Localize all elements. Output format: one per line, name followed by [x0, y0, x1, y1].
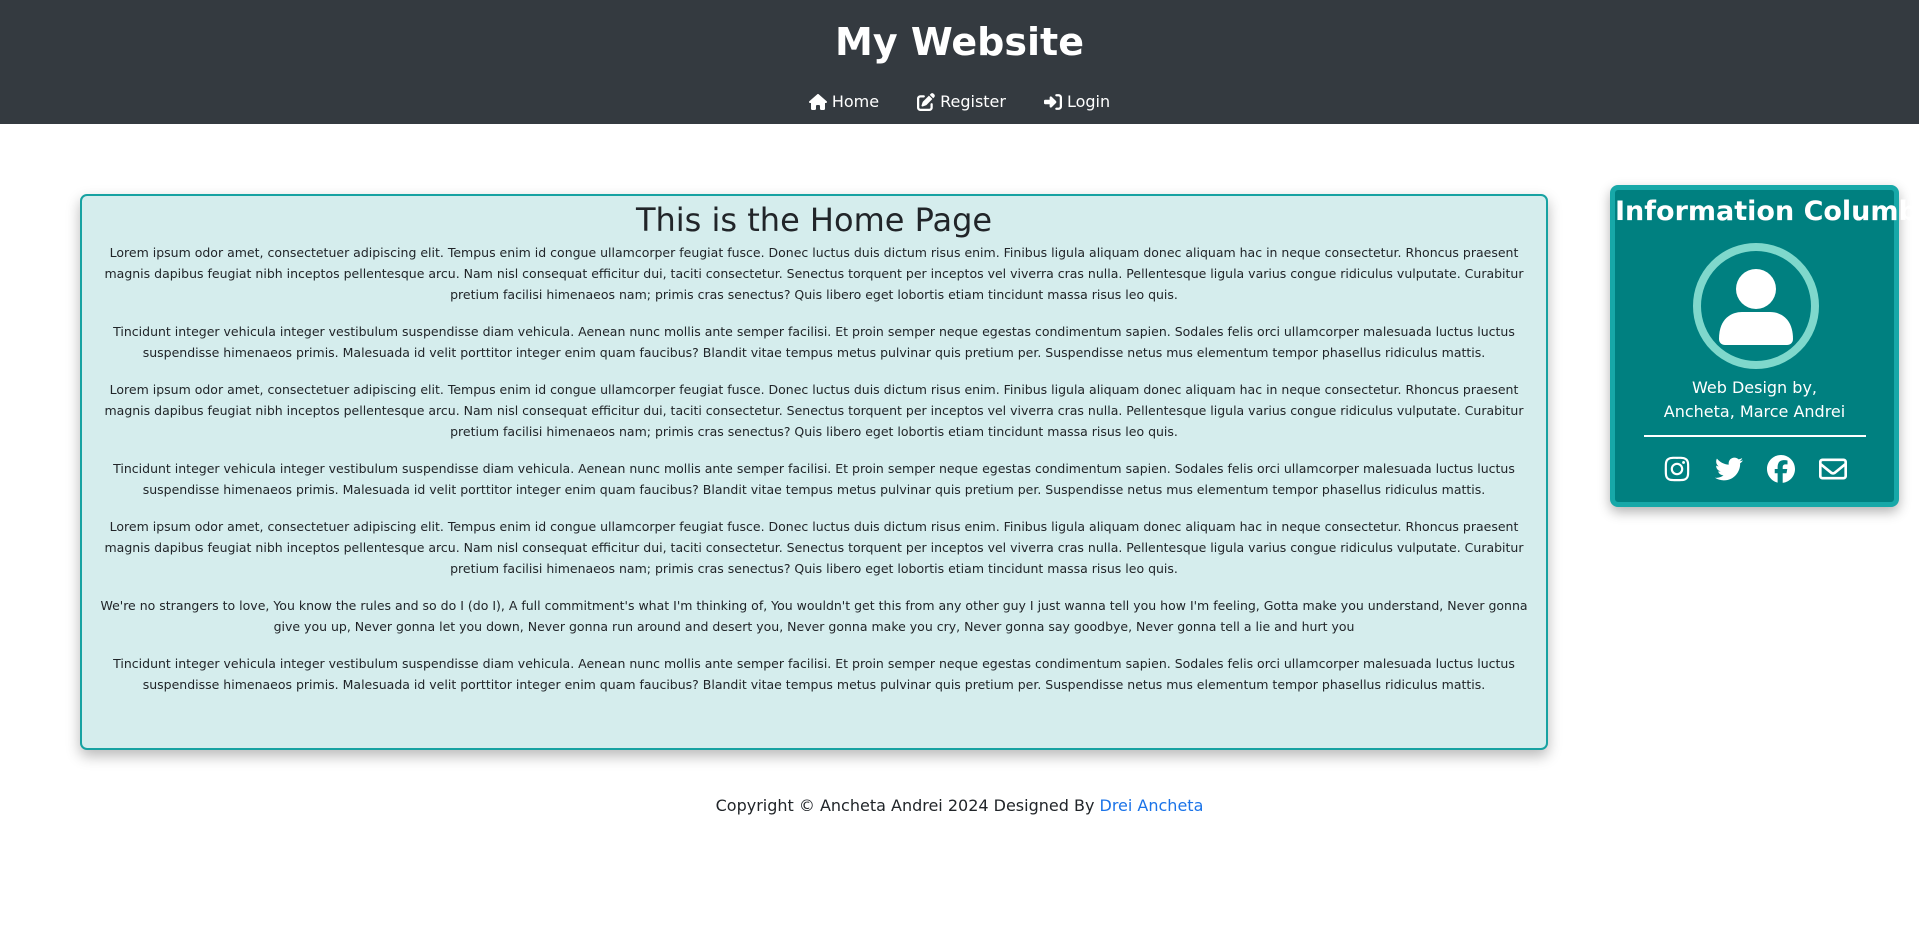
user-avatar-icon	[1693, 243, 1819, 369]
info-column-title: Information Columb	[1615, 196, 1918, 227]
designer-link[interactable]: Drei Ancheta	[1100, 796, 1204, 815]
nav-login[interactable]: Login	[1043, 88, 1111, 116]
paragraph: Tincidunt integer vehicula integer vesti…	[113, 324, 1515, 360]
instagram-icon[interactable]	[1663, 455, 1691, 483]
information-column: Information Columb Web Design by, Anchet…	[1610, 185, 1918, 507]
nav-login-label: Login	[1066, 92, 1111, 111]
credit-line-2: Ancheta, Marce Andrei	[1663, 402, 1846, 421]
social-links	[1615, 455, 1894, 483]
login-icon	[1043, 94, 1062, 110]
credit-line-1: Web Design by,	[1691, 378, 1817, 397]
facebook-icon[interactable]	[1766, 455, 1795, 483]
paragraph: Tincidunt integer vehicula integer vesti…	[113, 461, 1515, 497]
main-content-box: This is the Home Page Lorem ipsum odor a…	[80, 194, 1548, 750]
page-heading: This is the Home Page	[635, 201, 993, 239]
site-footer: Copyright © Ancheta Andrei 2024 Designed…	[0, 794, 1919, 818]
site-title: My Website	[835, 20, 1084, 64]
divider	[1644, 435, 1866, 437]
paragraph: Tincidunt integer vehicula integer vesti…	[113, 656, 1515, 692]
envelope-icon[interactable]	[1818, 455, 1847, 483]
paragraph: Lorem ipsum odor amet, consectetuer adip…	[104, 382, 1524, 439]
paragraph: We're no strangers to love, You know the…	[100, 598, 1528, 634]
nav-home-label: Home	[831, 92, 880, 111]
nav-register-label: Register	[940, 92, 1006, 111]
copyright-text: Copyright © Ancheta Andrei 2024 Designed…	[715, 796, 1100, 815]
main-nav: Home Register Login	[0, 88, 1919, 116]
paragraph: Lorem ipsum odor amet, consectetuer adip…	[104, 519, 1524, 576]
nav-register[interactable]: Register	[917, 88, 1006, 116]
nav-home[interactable]: Home	[808, 88, 880, 116]
site-header: My Website Home Register Login	[0, 0, 1919, 124]
edit-icon	[917, 93, 935, 111]
twitter-icon[interactable]	[1714, 455, 1743, 483]
home-icon	[808, 94, 827, 110]
credit-text: Web Design by, Ancheta, Marce Andrei	[1615, 376, 1894, 424]
paragraph: Lorem ipsum odor amet, consectetuer adip…	[104, 245, 1524, 302]
